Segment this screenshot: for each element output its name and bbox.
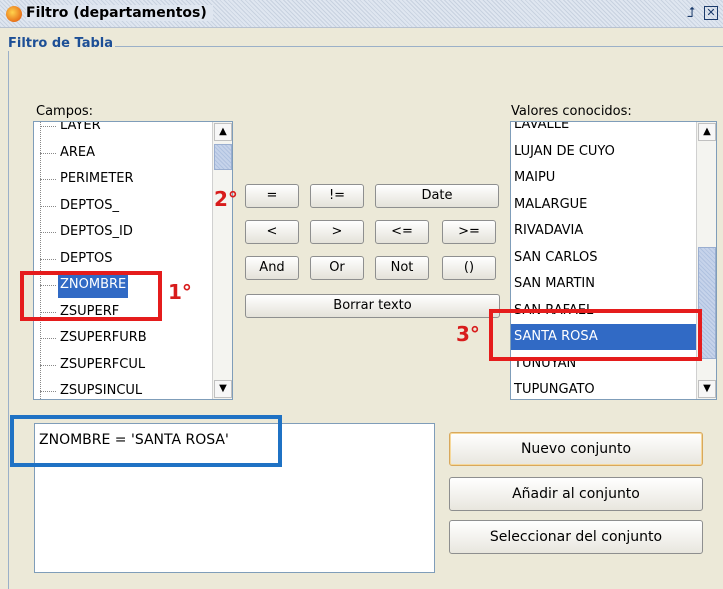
select-from-set-button[interactable]: Seleccionar del conjunto	[449, 520, 703, 554]
step3-label: 3°	[456, 322, 480, 346]
tree-branch	[40, 258, 56, 260]
value-item[interactable]: MAIPU	[511, 165, 697, 191]
value-item-label: SAN MARTIN	[514, 276, 595, 291]
value-item-label: MAIPU	[514, 170, 556, 185]
step1-highlight	[20, 271, 162, 321]
field-item[interactable]: ZSUPERFURB	[34, 325, 209, 351]
field-item[interactable]: ZSUPSINCUL	[34, 378, 209, 399]
value-item[interactable]: MALARGUE	[511, 192, 697, 218]
field-item[interactable]: DEPTOS_ID	[34, 219, 209, 245]
value-item-label: LUJAN DE CUYO	[514, 143, 615, 159]
expression-highlight	[10, 415, 282, 467]
value-item-label: TUPUNGATO	[514, 382, 595, 397]
field-item-label: DEPTOS_ID	[60, 224, 133, 239]
field-item[interactable]: DEPTOS	[34, 246, 209, 272]
tree-branch	[40, 232, 56, 233]
app-icon	[6, 6, 22, 22]
parentheses-button[interactable]: ()	[442, 256, 496, 280]
field-item[interactable]: AREA	[34, 140, 209, 166]
greater-than-button[interactable]: >	[310, 220, 364, 244]
field-item-label: ZSUPERFURB	[60, 330, 147, 345]
tree-branch	[40, 179, 56, 180]
dock-icon[interactable]: ⮥	[682, 4, 700, 22]
tree-branch	[40, 364, 56, 366]
value-item[interactable]: SAN MARTIN	[511, 271, 697, 297]
greater-equal-button[interactable]: >=	[442, 220, 496, 244]
scroll-thumb[interactable]	[214, 144, 232, 170]
scroll-down-icon[interactable]: ▼	[698, 380, 716, 398]
value-item[interactable]: TUPUNGATO	[511, 377, 697, 399]
field-item[interactable]: ZSUPERFCUL	[34, 352, 209, 378]
tree-branch	[40, 338, 56, 339]
scroll-up-icon[interactable]: ▲	[698, 123, 716, 141]
value-item[interactable]: RIVADAVIA	[511, 218, 697, 244]
field-item[interactable]: PERIMETER	[34, 166, 209, 192]
close-icon[interactable]: ✕	[704, 6, 718, 20]
clear-text-button[interactable]: Borrar texto	[245, 294, 500, 318]
field-item-label: LAYER	[60, 121, 101, 133]
fields-list[interactable]: LAYER AREA PERIMETER DEPTOS_ DEPTOS_ID DEPTOS…	[33, 121, 233, 400]
value-item[interactable]: LUJAN DE CUYO	[511, 139, 697, 165]
step2-label: 2°	[214, 187, 238, 211]
less-equal-button[interactable]: <=	[375, 220, 429, 244]
field-item[interactable]: LAYER	[34, 121, 209, 139]
less-than-button[interactable]: <	[245, 220, 299, 244]
not-button[interactable]: Not	[375, 256, 429, 280]
panel-title: Filtro de Tabla	[6, 36, 116, 51]
tree-branch	[40, 126, 56, 127]
and-button[interactable]: And	[245, 256, 299, 280]
add-to-set-button[interactable]: Añadir al conjunto	[449, 477, 703, 511]
value-item-label: SAN CARLOS	[514, 249, 598, 265]
value-item[interactable]: SAN CARLOS	[511, 245, 697, 271]
field-item-label: DEPTOS_	[60, 197, 119, 213]
values-label: Valores conocidos:	[511, 104, 632, 119]
date-button[interactable]: Date	[375, 184, 499, 208]
value-item-label: MALARGUE	[514, 196, 588, 212]
tree-branch	[40, 391, 56, 392]
step3-highlight	[489, 309, 702, 361]
equals-button[interactable]: =	[245, 184, 299, 208]
step1-label: 1°	[168, 280, 192, 304]
fields-scrollbar[interactable]: ▲ ▼	[212, 122, 232, 399]
tree-branch	[40, 152, 56, 154]
tree-branch	[40, 205, 56, 207]
value-item[interactable]: LAVALLE	[511, 121, 697, 138]
window-titlebar[interactable]: Filtro (departamentos) ⮥ ✕	[0, 0, 723, 28]
field-item-label: DEPTOS	[60, 250, 113, 266]
field-item[interactable]: DEPTOS_	[34, 193, 209, 219]
new-set-button[interactable]: Nuevo conjunto	[449, 432, 703, 466]
value-item-label: RIVADAVIA	[514, 223, 584, 238]
field-item-label: AREA	[60, 144, 96, 160]
not-equals-button[interactable]: !=	[310, 184, 364, 208]
field-item-label: ZSUPERFCUL	[60, 356, 146, 372]
or-button[interactable]: Or	[310, 256, 364, 280]
value-item-label: LAVALLE	[514, 121, 570, 132]
fields-label: Campos:	[36, 104, 94, 119]
field-item-label: ZSUPSINCUL	[60, 383, 143, 398]
scroll-up-icon[interactable]: ▲	[214, 123, 232, 141]
window-title: Filtro (departamentos)	[26, 5, 213, 21]
scroll-down-icon[interactable]: ▼	[214, 380, 232, 398]
field-item-label: PERIMETER	[60, 171, 134, 186]
